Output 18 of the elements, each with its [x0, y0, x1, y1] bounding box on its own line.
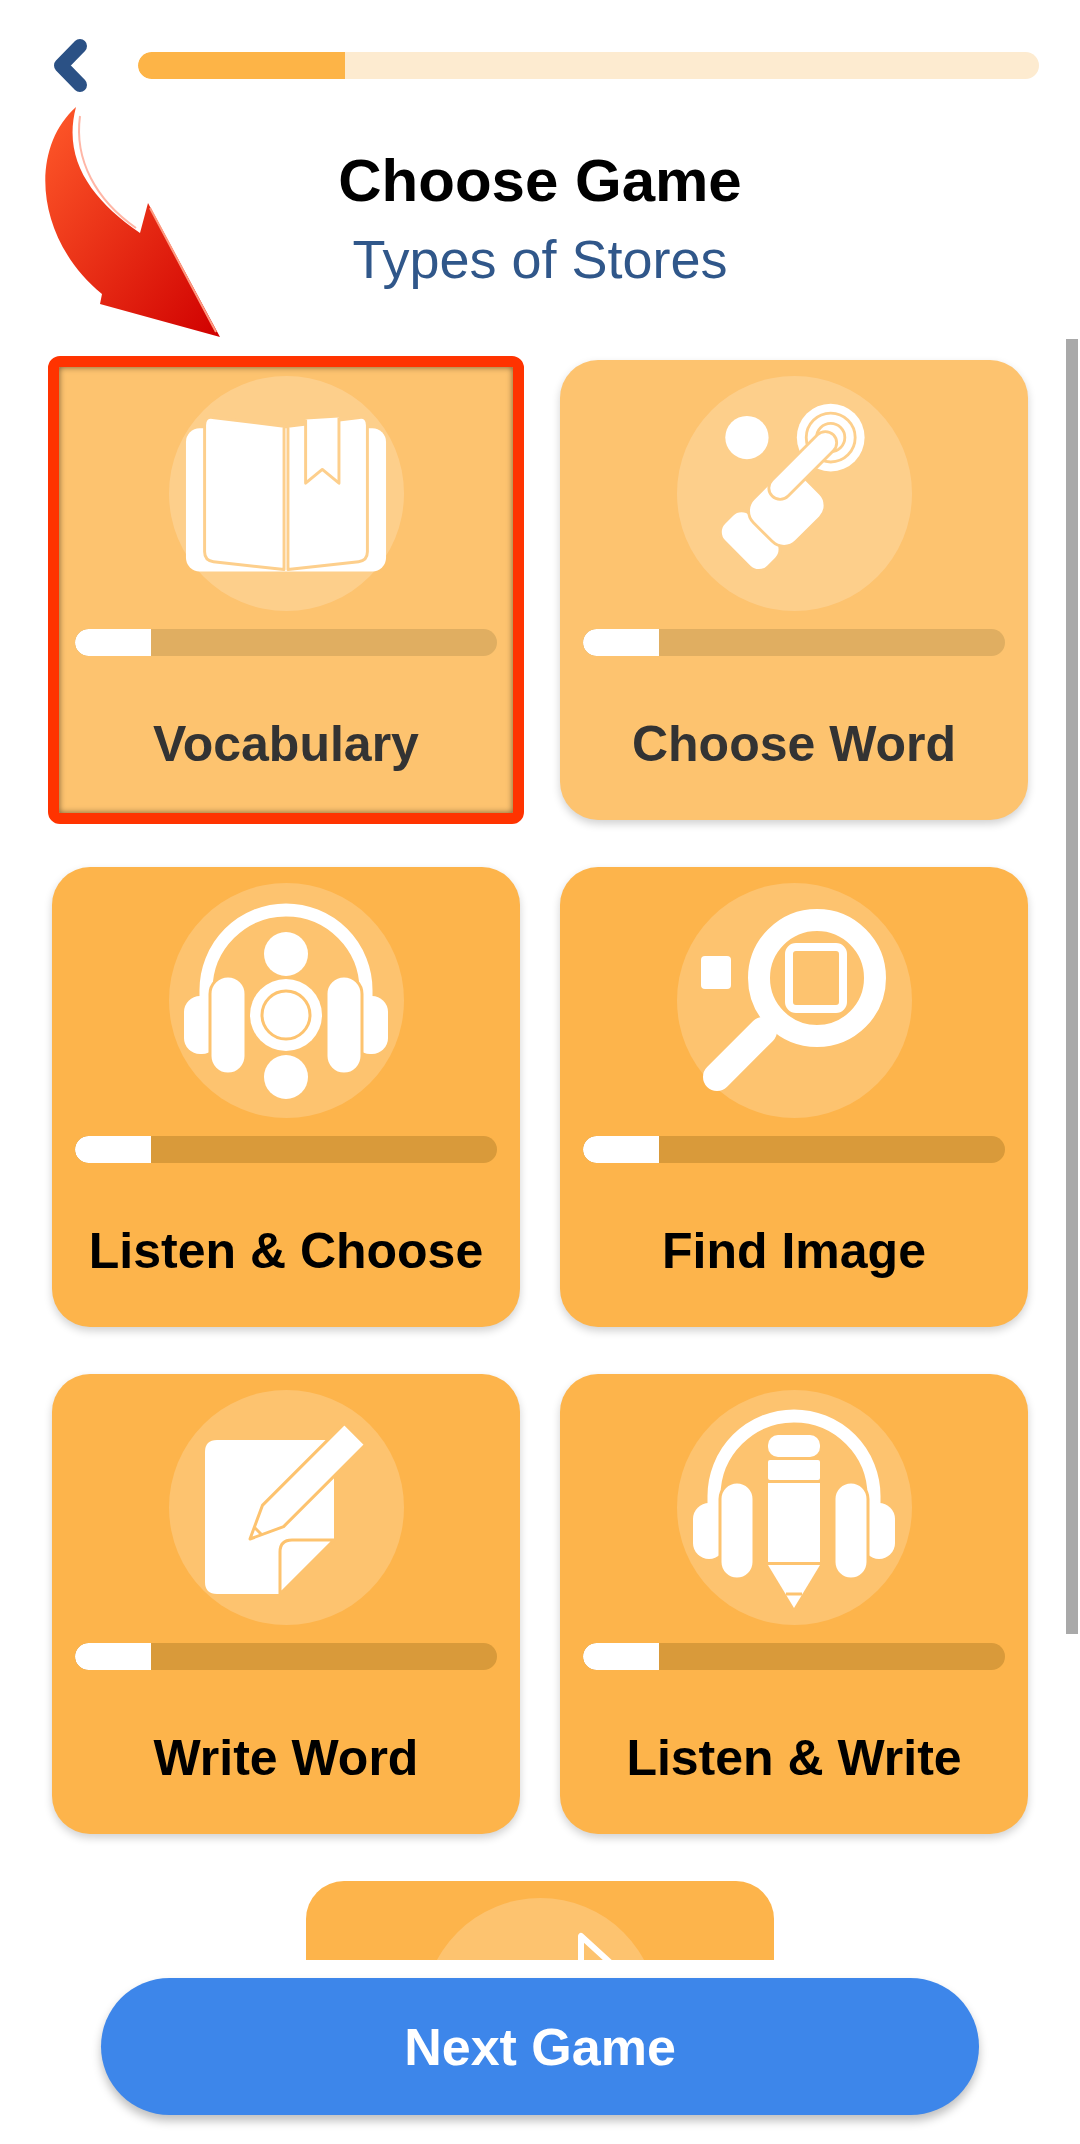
game-card[interactable]: Choose Word: [560, 360, 1028, 820]
game-card[interactable]: Vocabulary: [48, 356, 524, 824]
page-subtitle: Types of Stores: [352, 228, 728, 291]
game-card[interactable]: [306, 1881, 774, 1960]
back-icon[interactable]: [52, 37, 89, 93]
game-title: Find Image: [662, 1222, 926, 1281]
game-title: Write Word: [153, 1729, 419, 1788]
game-title: Listen & Choose: [88, 1222, 484, 1281]
game-card[interactable]: Write Word: [52, 1374, 520, 1834]
scrollbar-thumb[interactable]: [1066, 339, 1078, 1634]
game-title: Listen & Write: [626, 1729, 962, 1788]
game-title: Choose Word: [631, 715, 957, 774]
page-title: Choose Game: [338, 146, 742, 216]
game-title: Vocabulary: [153, 715, 419, 774]
next-game-button[interactable]: Next Game: [101, 1978, 979, 2115]
game-card[interactable]: Listen & Choose: [52, 867, 520, 1327]
game-card[interactable]: Listen & Write: [560, 1374, 1028, 1834]
game-card[interactable]: Find Image: [560, 867, 1028, 1327]
